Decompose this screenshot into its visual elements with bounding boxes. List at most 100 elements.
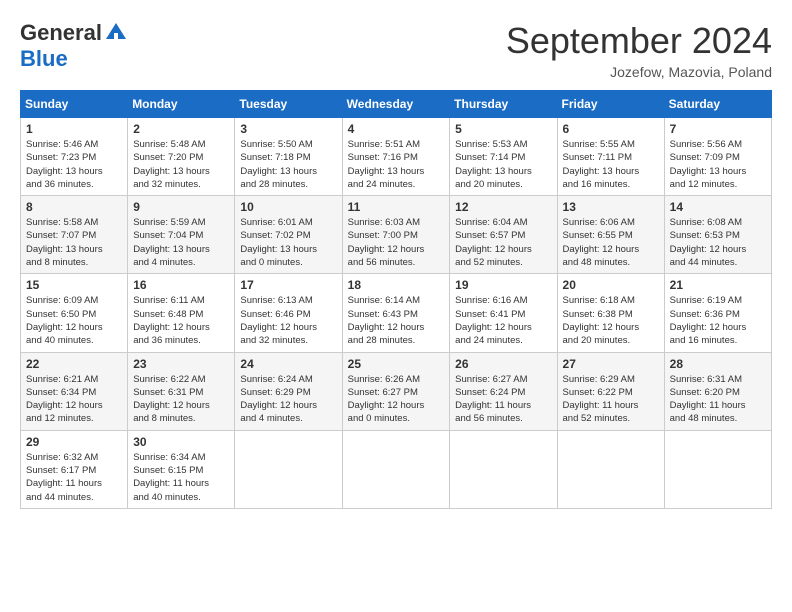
table-row: 26 Sunrise: 6:27 AM Sunset: 6:24 PM Dayli…	[450, 352, 557, 430]
day-info: Sunrise: 6:18 AM Sunset: 6:38 PM Dayligh…	[563, 294, 659, 347]
table-row	[450, 430, 557, 508]
day-info: Sunrise: 6:19 AM Sunset: 6:36 PM Dayligh…	[670, 294, 766, 347]
day-number: 28	[670, 357, 766, 371]
day-number: 6	[563, 122, 659, 136]
day-number: 13	[563, 200, 659, 214]
day-info: Sunrise: 6:24 AM Sunset: 6:29 PM Dayligh…	[240, 373, 336, 426]
table-row: 1 Sunrise: 5:46 AM Sunset: 7:23 PM Daylig…	[21, 118, 128, 196]
table-row: 9 Sunrise: 5:59 AM Sunset: 7:04 PM Daylig…	[128, 196, 235, 274]
table-row: 16 Sunrise: 6:11 AM Sunset: 6:48 PM Dayli…	[128, 274, 235, 352]
day-info: Sunrise: 5:59 AM Sunset: 7:04 PM Dayligh…	[133, 216, 229, 269]
page-header: General Blue September 2024 Jozefow, Maz…	[20, 20, 772, 80]
day-number: 22	[26, 357, 122, 371]
table-row: 24 Sunrise: 6:24 AM Sunset: 6:29 PM Dayli…	[235, 352, 342, 430]
table-row: 22 Sunrise: 6:21 AM Sunset: 6:34 PM Dayli…	[21, 352, 128, 430]
day-info: Sunrise: 6:01 AM Sunset: 7:02 PM Dayligh…	[240, 216, 336, 269]
day-info: Sunrise: 5:56 AM Sunset: 7:09 PM Dayligh…	[670, 138, 766, 191]
table-row: 27Sunrise: 6:29 AM Sunset: 6:22 PM Dayli…	[557, 352, 664, 430]
day-info: Sunrise: 6:21 AM Sunset: 6:34 PM Dayligh…	[26, 373, 122, 426]
day-info: Sunrise: 6:34 AM Sunset: 6:15 PM Dayligh…	[133, 451, 229, 504]
day-number: 4	[348, 122, 445, 136]
day-number: 29	[26, 435, 122, 449]
table-row	[664, 430, 771, 508]
header-friday: Friday	[557, 91, 664, 118]
day-number: 12	[455, 200, 551, 214]
calendar-week-row: 1 Sunrise: 5:46 AM Sunset: 7:23 PM Daylig…	[21, 118, 772, 196]
day-number: 3	[240, 122, 336, 136]
day-info: Sunrise: 5:48 AM Sunset: 7:20 PM Dayligh…	[133, 138, 229, 191]
day-info: Sunrise: 5:58 AM Sunset: 7:07 PM Dayligh…	[26, 216, 122, 269]
day-number: 10	[240, 200, 336, 214]
day-number: 20	[563, 278, 659, 292]
table-row: 28 Sunrise: 6:31 AM Sunset: 6:20 PM Dayli…	[664, 352, 771, 430]
day-number: 8	[26, 200, 122, 214]
day-info: Sunrise: 6:06 AM Sunset: 6:55 PM Dayligh…	[563, 216, 659, 269]
day-number: 9	[133, 200, 229, 214]
table-row: 18Sunrise: 6:14 AM Sunset: 6:43 PM Dayli…	[342, 274, 450, 352]
day-info: Sunrise: 6:31 AM Sunset: 6:20 PM Dayligh…	[670, 373, 766, 426]
table-row: 12Sunrise: 6:04 AM Sunset: 6:57 PM Dayli…	[450, 196, 557, 274]
table-row: 29 Sunrise: 6:32 AM Sunset: 6:17 PM Dayli…	[21, 430, 128, 508]
table-row: 21Sunrise: 6:19 AM Sunset: 6:36 PM Dayli…	[664, 274, 771, 352]
header-tuesday: Tuesday	[235, 91, 342, 118]
day-number: 14	[670, 200, 766, 214]
logo-icon	[104, 21, 128, 45]
day-info: Sunrise: 5:55 AM Sunset: 7:11 PM Dayligh…	[563, 138, 659, 191]
day-number: 5	[455, 122, 551, 136]
calendar-week-row: 8 Sunrise: 5:58 AM Sunset: 7:07 PM Daylig…	[21, 196, 772, 274]
day-info: Sunrise: 6:09 AM Sunset: 6:50 PM Dayligh…	[26, 294, 122, 347]
day-number: 27	[563, 357, 659, 371]
day-number: 30	[133, 435, 229, 449]
table-row: 19 Sunrise: 6:16 AM Sunset: 6:41 PM Dayli…	[450, 274, 557, 352]
table-row	[557, 430, 664, 508]
title-area: September 2024 Jozefow, Mazovia, Poland	[506, 20, 772, 80]
day-info: Sunrise: 5:46 AM Sunset: 7:23 PM Dayligh…	[26, 138, 122, 191]
table-row: 30 Sunrise: 6:34 AM Sunset: 6:15 PM Dayli…	[128, 430, 235, 508]
day-number: 1	[26, 122, 122, 136]
table-row: 15 Sunrise: 6:09 AM Sunset: 6:50 PM Dayli…	[21, 274, 128, 352]
day-info: Sunrise: 6:13 AM Sunset: 6:46 PM Dayligh…	[240, 294, 336, 347]
table-row: 3Sunrise: 5:50 AM Sunset: 7:18 PM Daylig…	[235, 118, 342, 196]
table-row	[235, 430, 342, 508]
header-sunday: Sunday	[21, 91, 128, 118]
table-row	[342, 430, 450, 508]
weekday-header-row: Sunday Monday Tuesday Wednesday Thursday…	[21, 91, 772, 118]
table-row: 20 Sunrise: 6:18 AM Sunset: 6:38 PM Dayli…	[557, 274, 664, 352]
table-row: 13 Sunrise: 6:06 AM Sunset: 6:55 PM Dayli…	[557, 196, 664, 274]
day-number: 16	[133, 278, 229, 292]
day-number: 24	[240, 357, 336, 371]
day-info: Sunrise: 6:16 AM Sunset: 6:41 PM Dayligh…	[455, 294, 551, 347]
day-info: Sunrise: 5:53 AM Sunset: 7:14 PM Dayligh…	[455, 138, 551, 191]
logo: General Blue	[20, 20, 128, 72]
day-number: 7	[670, 122, 766, 136]
day-number: 19	[455, 278, 551, 292]
table-row: 5 Sunrise: 5:53 AM Sunset: 7:14 PM Daylig…	[450, 118, 557, 196]
day-info: Sunrise: 6:26 AM Sunset: 6:27 PM Dayligh…	[348, 373, 445, 426]
table-row: 4 Sunrise: 5:51 AM Sunset: 7:16 PM Daylig…	[342, 118, 450, 196]
header-saturday: Saturday	[664, 91, 771, 118]
table-row: 14 Sunrise: 6:08 AM Sunset: 6:53 PM Dayli…	[664, 196, 771, 274]
table-row: 10 Sunrise: 6:01 AM Sunset: 7:02 PM Dayli…	[235, 196, 342, 274]
day-number: 17	[240, 278, 336, 292]
day-info: Sunrise: 5:51 AM Sunset: 7:16 PM Dayligh…	[348, 138, 445, 191]
day-info: Sunrise: 6:08 AM Sunset: 6:53 PM Dayligh…	[670, 216, 766, 269]
day-info: Sunrise: 6:14 AM Sunset: 6:43 PM Dayligh…	[348, 294, 445, 347]
calendar-week-row: 29 Sunrise: 6:32 AM Sunset: 6:17 PM Dayli…	[21, 430, 772, 508]
location: Jozefow, Mazovia, Poland	[506, 64, 772, 80]
day-info: Sunrise: 6:27 AM Sunset: 6:24 PM Dayligh…	[455, 373, 551, 426]
table-row: 11Sunrise: 6:03 AM Sunset: 7:00 PM Dayli…	[342, 196, 450, 274]
table-row: 25Sunrise: 6:26 AM Sunset: 6:27 PM Dayli…	[342, 352, 450, 430]
header-wednesday: Wednesday	[342, 91, 450, 118]
table-row: 23Sunrise: 6:22 AM Sunset: 6:31 PM Dayli…	[128, 352, 235, 430]
day-info: Sunrise: 6:32 AM Sunset: 6:17 PM Dayligh…	[26, 451, 122, 504]
day-info: Sunrise: 6:11 AM Sunset: 6:48 PM Dayligh…	[133, 294, 229, 347]
logo-general: General	[20, 20, 102, 46]
header-monday: Monday	[128, 91, 235, 118]
table-row: 8 Sunrise: 5:58 AM Sunset: 7:07 PM Daylig…	[21, 196, 128, 274]
calendar-week-row: 22 Sunrise: 6:21 AM Sunset: 6:34 PM Dayli…	[21, 352, 772, 430]
table-row: 7 Sunrise: 5:56 AM Sunset: 7:09 PM Daylig…	[664, 118, 771, 196]
day-number: 26	[455, 357, 551, 371]
day-info: Sunrise: 6:03 AM Sunset: 7:00 PM Dayligh…	[348, 216, 445, 269]
day-number: 15	[26, 278, 122, 292]
day-info: Sunrise: 6:22 AM Sunset: 6:31 PM Dayligh…	[133, 373, 229, 426]
